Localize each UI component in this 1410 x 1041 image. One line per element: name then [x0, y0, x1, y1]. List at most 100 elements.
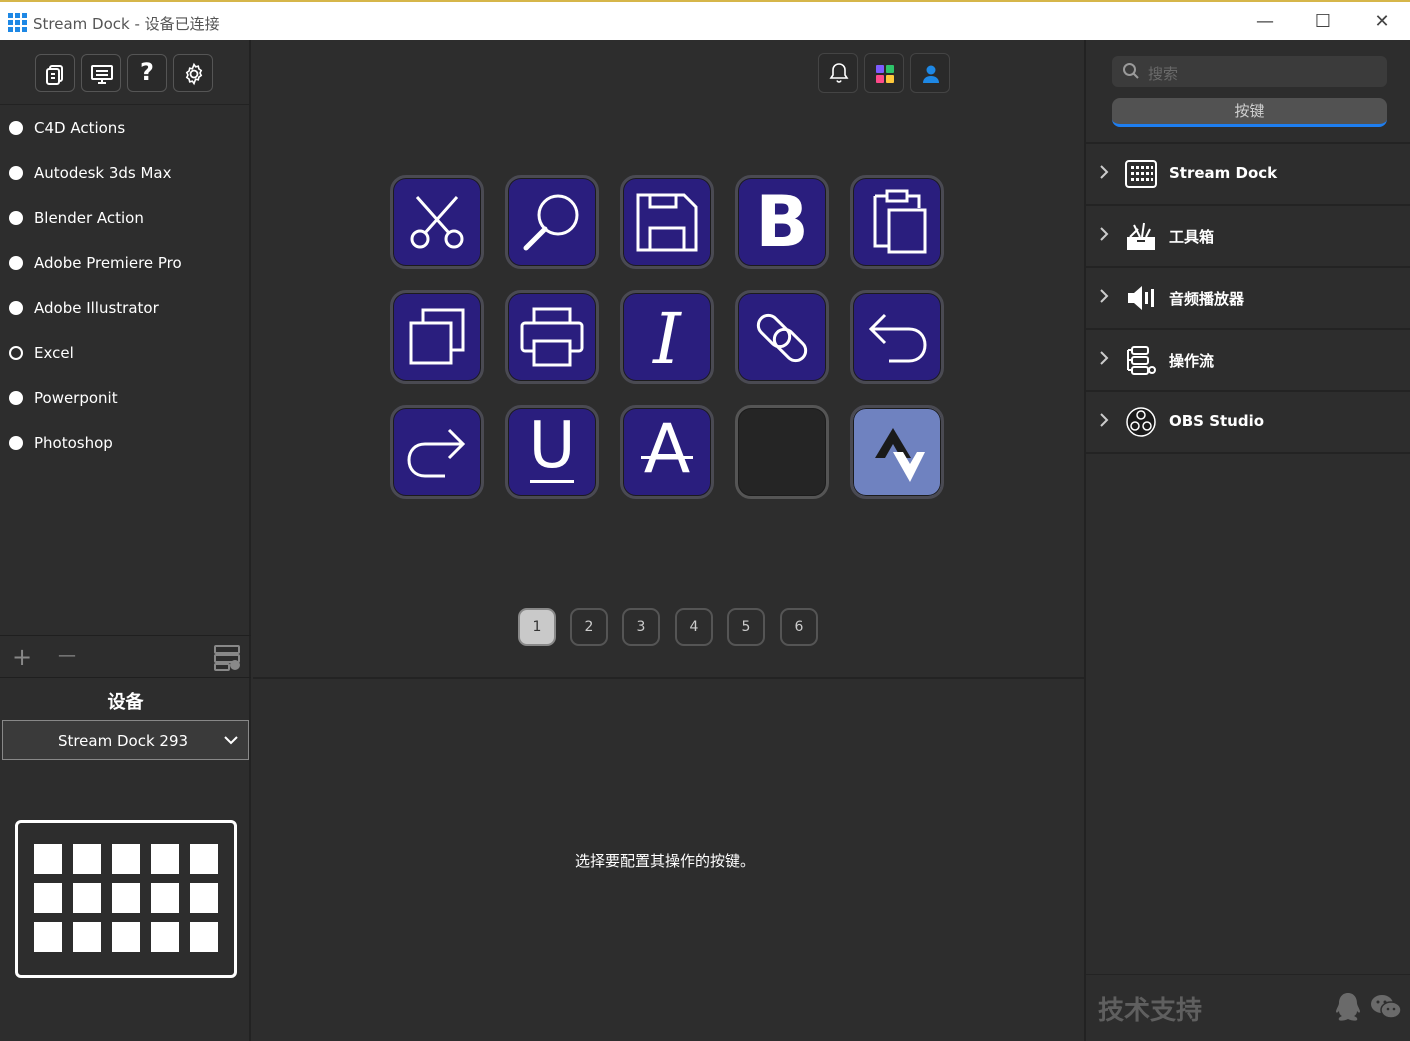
profile-radio-icon[interactable]: [9, 211, 23, 225]
profile-manager-icon[interactable]: [214, 644, 242, 672]
key-link[interactable]: [735, 290, 829, 384]
profile-label: Autodesk 3ds Max: [34, 164, 172, 182]
undo-icon: [868, 313, 927, 363]
profile-radio-icon[interactable]: [9, 391, 23, 405]
page-switch-icon: [875, 428, 925, 482]
profile-item[interactable]: Adobe Illustrator: [0, 285, 249, 330]
page-button-6[interactable]: 6: [780, 608, 818, 646]
key-paste[interactable]: [850, 175, 944, 269]
profile-item[interactable]: Adobe Premiere Pro: [0, 240, 249, 285]
page-button-2[interactable]: 2: [570, 608, 608, 646]
category-toolbox[interactable]: 工具箱: [1086, 204, 1410, 266]
help-button[interactable]: ?: [127, 54, 167, 92]
property-panel-divider: [253, 677, 1084, 679]
switch-device-button[interactable]: [35, 54, 75, 92]
key-empty[interactable]: [735, 405, 829, 499]
copy-icon: [409, 308, 465, 365]
chevron-right-icon: [1100, 413, 1109, 427]
key-italic[interactable]: I: [620, 290, 714, 384]
strike-bar: [641, 456, 693, 459]
page-button-4[interactable]: 4: [675, 608, 713, 646]
key-scissors[interactable]: [390, 175, 484, 269]
key-search[interactable]: [505, 175, 599, 269]
profile-radio-icon[interactable]: [9, 301, 23, 315]
device-section-divider: [0, 677, 251, 678]
action-search[interactable]: 搜索: [1112, 56, 1387, 87]
stream-dock-icon: [1125, 160, 1157, 188]
help-icon: ?: [140, 58, 154, 86]
redo-icon: [407, 428, 466, 478]
profile-item[interactable]: C4D Actions: [0, 105, 249, 150]
category-workflow[interactable]: 操作流: [1086, 328, 1410, 390]
key-strikethrough[interactable]: A: [620, 405, 714, 499]
app-window: Stream Dock - 设备已连接 — ☐ ✕ ? C4D Actions …: [0, 0, 1410, 1041]
profile-item[interactable]: Photoshop: [0, 420, 249, 465]
category-obs-studio[interactable]: OBS Studio: [1086, 390, 1410, 452]
profile-label: Blender Action: [34, 209, 144, 227]
category-stream-dock[interactable]: Stream Dock: [1086, 142, 1410, 204]
store-icon: [876, 65, 894, 83]
profile-item[interactable]: Powerponit: [0, 375, 249, 420]
profile-radio-icon[interactable]: [9, 256, 23, 270]
store-button[interactable]: [864, 53, 904, 93]
italic-icon: I: [653, 298, 681, 380]
category-label: 工具箱: [1169, 228, 1215, 246]
profile-item[interactable]: Blender Action: [0, 195, 249, 240]
right-panel: 搜索 按键 Stream Dock 工具箱 音频播放器 操作流 OBS Stud…: [1084, 40, 1410, 1041]
tab-keys[interactable]: 按键: [1112, 98, 1387, 127]
underline-bar: [530, 480, 574, 483]
profile-item[interactable]: Autodesk 3ds Max: [0, 150, 249, 195]
key-bold[interactable]: B: [735, 175, 829, 269]
device-select-value: Stream Dock 293: [57, 732, 189, 750]
bold-icon: B: [755, 181, 809, 263]
profile-label: Adobe Illustrator: [34, 299, 159, 317]
chevron-right-icon: [1100, 227, 1109, 241]
key-underline[interactable]: U: [505, 405, 599, 499]
page-button-1[interactable]: 1: [518, 608, 556, 646]
page-button-5[interactable]: 5: [727, 608, 765, 646]
key-copy[interactable]: [390, 290, 484, 384]
close-button[interactable]: ✕: [1359, 8, 1405, 36]
underline-icon: U: [528, 409, 576, 483]
category-label: 音频播放器: [1169, 290, 1245, 308]
profile-radio-icon[interactable]: [9, 121, 23, 135]
category-list-end: [1086, 452, 1410, 454]
device-section-title: 设备: [107, 692, 144, 713]
profile-radio-icon[interactable]: [9, 166, 23, 180]
key-undo[interactable]: [850, 290, 944, 384]
key-print[interactable]: [505, 290, 599, 384]
title-bar: Stream Dock - 设备已连接 — ☐ ✕: [0, 0, 1410, 40]
chevron-right-icon: [1100, 165, 1109, 179]
maximize-button[interactable]: ☐: [1300, 8, 1346, 36]
chevron-right-icon: [1100, 351, 1109, 365]
present-button[interactable]: [81, 54, 121, 92]
account-button[interactable]: [910, 53, 950, 93]
key-save[interactable]: [620, 175, 714, 269]
user-icon: [923, 65, 939, 83]
save-icon: [636, 193, 698, 252]
add-profile-button[interactable]: +: [12, 645, 32, 669]
app-logo-icon: [8, 13, 27, 32]
toolbox-icon: [1127, 222, 1155, 250]
strikethrough-icon: A: [643, 410, 691, 489]
category-label: Stream Dock: [1169, 164, 1278, 182]
profile-radio-icon[interactable]: [9, 346, 23, 360]
device-select[interactable]: Stream Dock 293: [2, 720, 249, 760]
category-audio-player[interactable]: 音频播放器: [1086, 266, 1410, 328]
profile-label: Photoshop: [34, 434, 113, 452]
workflow-icon: [1127, 346, 1156, 375]
profile-item-active[interactable]: Excel: [0, 330, 249, 375]
key-page-switch[interactable]: [850, 405, 944, 499]
settings-button[interactable]: [173, 54, 213, 92]
category-label: 操作流: [1169, 352, 1215, 370]
profile-radio-icon[interactable]: [9, 436, 23, 450]
search-icon: [1123, 63, 1139, 79]
remove-profile-button[interactable]: —: [58, 644, 76, 668]
qq-icon[interactable]: [1333, 991, 1363, 1023]
wechat-icon[interactable]: [1370, 993, 1402, 1021]
page-button-3[interactable]: 3: [622, 608, 660, 646]
minimize-button[interactable]: —: [1242, 8, 1288, 36]
key-redo[interactable]: [390, 405, 484, 499]
notifications-button[interactable]: [818, 53, 858, 93]
scissors-icon: [410, 196, 464, 249]
